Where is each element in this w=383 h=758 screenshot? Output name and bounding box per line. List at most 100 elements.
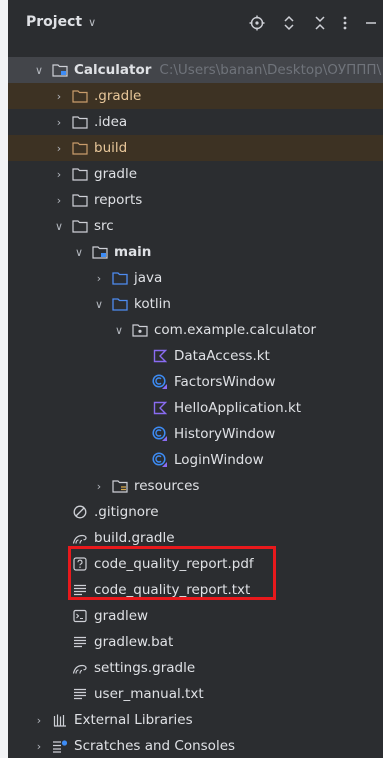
tree-label: .idea (94, 114, 128, 130)
tree-row-src[interactable]: ∨ src (8, 213, 383, 239)
chevron-right-icon[interactable]: › (92, 480, 106, 493)
gradle-icon (72, 530, 88, 546)
tree-label: Calculator (74, 62, 152, 78)
tree-label: build.gradle (94, 530, 175, 546)
chevron-right-icon[interactable]: › (52, 142, 66, 155)
tree-row-idea[interactable]: › .idea (8, 109, 383, 135)
tree-row-gradle-hidden[interactable]: › .gradle (8, 83, 383, 109)
chevron-right-icon[interactable]: › (32, 740, 46, 753)
tree-label: gradlew (94, 608, 149, 624)
kotlin-class-icon (152, 452, 168, 468)
text-file-icon (72, 686, 88, 702)
project-title-dropdown[interactable]: Project ∨ (26, 14, 96, 30)
chevron-down-icon[interactable]: ∨ (52, 220, 66, 233)
tree-label: kotlin (134, 296, 171, 312)
tree-label: External Libraries (74, 712, 193, 728)
chevron-down-icon[interactable]: ∨ (32, 64, 46, 77)
tree-row-helloapplication[interactable]: HelloApplication.kt (8, 395, 383, 421)
expand-collapse-icon[interactable] (278, 12, 300, 34)
text-file-icon (72, 582, 88, 598)
scratches-icon (52, 738, 68, 754)
tree-label: DataAccess.kt (174, 348, 270, 364)
tree-label: reports (94, 192, 143, 208)
tree-row-gradlew[interactable]: gradlew (8, 603, 383, 629)
tree-label: src (94, 218, 114, 234)
project-header: Project ∨ (8, 0, 383, 48)
tree-label: HistoryWindow (174, 426, 276, 442)
tree-row-dataaccess[interactable]: DataAccess.kt (8, 343, 383, 369)
collapse-all-icon[interactable] (309, 12, 331, 34)
chevron-down-icon[interactable]: ∨ (92, 298, 106, 311)
kotlin-class-icon (152, 374, 168, 390)
source-folder-icon (112, 270, 128, 286)
tree-row-user-manual[interactable]: user_manual.txt (8, 681, 383, 707)
chevron-down-icon[interactable]: ∨ (112, 324, 126, 337)
tree-row-factorswindow[interactable]: FactorsWindow (8, 369, 383, 395)
minimize-icon[interactable] (360, 12, 382, 34)
tree-row-reports[interactable]: › reports (8, 187, 383, 213)
tree-row-main[interactable]: ∨ main (8, 239, 383, 265)
tree-label: .gitignore (94, 504, 159, 520)
tree-row-kotlin[interactable]: ∨ kotlin (8, 291, 383, 317)
tree-label: LoginWindow (174, 452, 264, 468)
chevron-down-icon[interactable]: ∨ (72, 246, 86, 259)
gradle-icon (72, 660, 88, 676)
chevron-down-icon: ∨ (88, 16, 97, 29)
chevron-right-icon[interactable]: › (92, 272, 106, 285)
tree-row-build-gradle[interactable]: build.gradle (8, 525, 383, 551)
tree-row-gradlew-bat[interactable]: gradlew.bat (8, 629, 383, 655)
tree-row-external-libraries[interactable]: › External Libraries (8, 707, 383, 733)
source-folder-icon (112, 296, 128, 312)
chevron-right-icon[interactable]: › (52, 116, 66, 129)
tree-label: settings.gradle (94, 660, 196, 676)
tree-label: .gradle (94, 88, 142, 104)
module-folder-icon (52, 62, 68, 78)
folder-icon (72, 114, 88, 130)
ignore-file-icon (72, 504, 88, 520)
folder-icon (72, 166, 88, 182)
target-icon[interactable] (246, 12, 268, 34)
chevron-right-icon[interactable]: › (52, 194, 66, 207)
library-icon (52, 712, 68, 728)
tree-row-java[interactable]: › java (8, 265, 383, 291)
tree-label: code_quality_report.txt (94, 582, 251, 598)
folder-icon (72, 218, 88, 234)
tree-row-gradle[interactable]: › gradle (8, 161, 383, 187)
tree-label: java (134, 270, 163, 286)
project-title: Project (26, 14, 83, 30)
tree-label: main (114, 244, 152, 260)
tree-label: com.example.calculator (154, 322, 317, 338)
text-file-icon (72, 634, 88, 650)
chevron-right-icon[interactable]: › (52, 168, 66, 181)
tree-row-historywindow[interactable]: HistoryWindow (8, 421, 383, 447)
tree-row-calculator[interactable]: ∨ Calculator C:\Users\banan\Desktop\ОУПП… (8, 57, 383, 83)
tree-row-resources[interactable]: › resources (8, 473, 383, 499)
tree-row-gitignore[interactable]: .gitignore (8, 499, 383, 525)
tree-label: gradlew.bat (94, 634, 174, 650)
tree-label: FactorsWindow (174, 374, 276, 390)
folder-icon (72, 192, 88, 208)
chevron-right-icon[interactable]: › (52, 90, 66, 103)
tree-row-package[interactable]: ∨ com.example.calculator (8, 317, 383, 343)
package-icon (132, 322, 148, 338)
more-icon[interactable] (334, 12, 356, 34)
kotlin-file-icon (152, 400, 168, 416)
tree-row-scratches[interactable]: › Scratches and Consoles (8, 733, 383, 758)
terminal-file-icon (72, 608, 88, 624)
tree-row-code-quality-pdf[interactable]: code_quality_report.pdf (8, 551, 383, 577)
excluded-folder-icon (72, 88, 88, 104)
project-panel: Project ∨ ∨ Calculator C:\Users\banan\Des… (8, 0, 383, 758)
tree-label: build (94, 140, 128, 156)
tree-row-loginwindow[interactable]: LoginWindow (8, 447, 383, 473)
tree-row-build[interactable]: › build (8, 135, 383, 161)
tree-row-settings-gradle[interactable]: settings.gradle (8, 655, 383, 681)
project-path: C:\Users\banan\Desktop\ОУППП\ (159, 62, 382, 78)
tree-label: code_quality_report.pdf (94, 556, 254, 572)
tree-label: gradle (94, 166, 138, 182)
chevron-right-icon[interactable]: › (32, 714, 46, 727)
excluded-folder-icon (72, 140, 88, 156)
kotlin-file-icon (152, 348, 168, 364)
tree-label: HelloApplication.kt (174, 400, 302, 416)
tree-label: resources (134, 478, 200, 494)
tree-row-code-quality-txt[interactable]: code_quality_report.txt (8, 577, 383, 603)
